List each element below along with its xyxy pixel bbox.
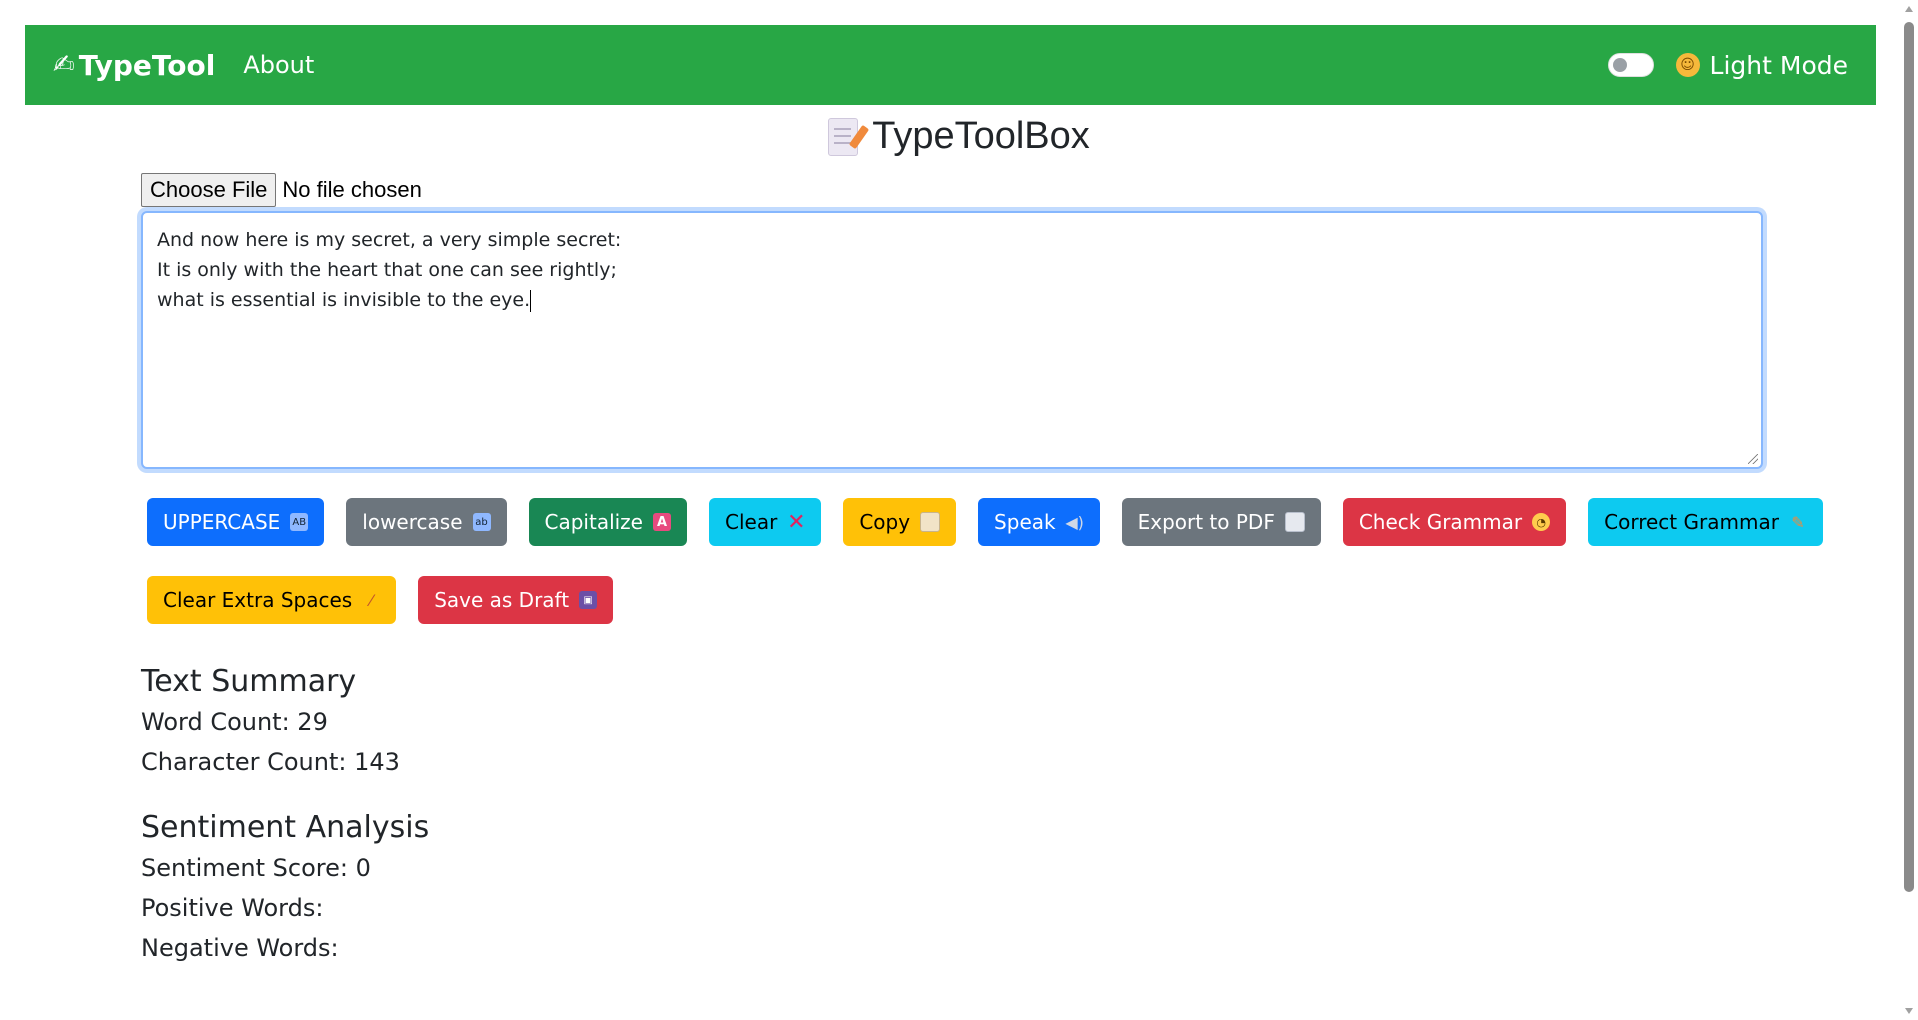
character-count: Character Count: 143 bbox=[141, 748, 400, 776]
editor-line: what is essential is invisible to the ey… bbox=[157, 285, 1747, 315]
page-title: TypeToolBox bbox=[0, 115, 1918, 158]
sentiment-score: Sentiment Score: 0 bbox=[141, 854, 371, 882]
page-title-text: TypeToolBox bbox=[872, 115, 1090, 157]
copy-button[interactable]: Copy bbox=[843, 498, 957, 546]
uppercase-button[interactable]: UPPERCASE AB bbox=[147, 498, 325, 546]
clipboard-icon bbox=[920, 512, 941, 532]
memo-icon bbox=[828, 117, 859, 156]
text-editor[interactable]: And now here is my secret, a very simple… bbox=[141, 211, 1763, 469]
save-draft-label: Save as Draft bbox=[434, 588, 570, 612]
clear-spaces-button[interactable]: Clear Extra Spaces ⁄ bbox=[147, 576, 397, 624]
text-summary-heading: Text Summary bbox=[141, 664, 357, 699]
resize-handle[interactable] bbox=[1748, 454, 1758, 464]
action-buttons-row-2: Clear Extra Spaces ⁄ Save as Draft ▣ bbox=[147, 576, 614, 624]
brand-link[interactable]: ✍ TypeTool bbox=[53, 49, 215, 82]
correct-grammar-button[interactable]: Correct Grammar ✎ bbox=[1588, 498, 1823, 546]
clear-button[interactable]: Clear ✕ bbox=[709, 498, 822, 546]
mode-label-text: Light Mode bbox=[1709, 50, 1848, 80]
nav-about-link[interactable]: About bbox=[243, 51, 314, 79]
text-summary-section: Text Summary Word Count: 29 Character Co… bbox=[141, 662, 400, 782]
save-draft-button[interactable]: Save as Draft ▣ bbox=[418, 576, 614, 624]
speaker-icon: ◀) bbox=[1065, 512, 1084, 532]
word-count: Word Count: 29 bbox=[141, 708, 328, 736]
editor-line: And now here is my secret, a very simple… bbox=[157, 229, 622, 251]
lowercase-button[interactable]: lowercase ab bbox=[346, 498, 507, 546]
correct-grammar-label: Correct Grammar bbox=[1604, 510, 1779, 534]
speak-label: Speak bbox=[994, 510, 1056, 534]
letter-a-icon: A bbox=[653, 513, 671, 531]
check-grammar-label: Check Grammar bbox=[1358, 510, 1523, 534]
lowercase-label: lowercase bbox=[362, 510, 463, 534]
file-status: No file chosen bbox=[282, 177, 422, 202]
export-pdf-label: Export to PDF bbox=[1137, 510, 1275, 534]
action-buttons-row-1: UPPERCASE AB lowercase ab Capitalize A C… bbox=[147, 498, 1823, 546]
sentiment-section: Sentiment Analysis Sentiment Score: 0 Po… bbox=[141, 808, 429, 968]
editor-line: It is only with the heart that one can s… bbox=[157, 259, 617, 281]
choose-file-button[interactable]: Choose File bbox=[141, 173, 277, 207]
abcd-lower-icon: ab bbox=[472, 513, 491, 531]
sentiment-heading: Sentiment Analysis bbox=[141, 810, 430, 845]
mode-label: ☺ Light Mode bbox=[1675, 50, 1848, 80]
floppy-disk-icon: ▣ bbox=[579, 591, 598, 609]
text-caret bbox=[530, 289, 532, 312]
speak-button[interactable]: Speak ◀) bbox=[978, 498, 1100, 546]
capitalize-label: Capitalize bbox=[544, 510, 644, 534]
broom-icon: ⁄ bbox=[369, 590, 373, 610]
monocle-face-icon: ◔ bbox=[1532, 513, 1551, 531]
scroll-up-arrow-icon[interactable] bbox=[1905, 6, 1913, 12]
page: ✍ TypeTool About ☺ Light Mode TypeToolBo… bbox=[0, 0, 1918, 1020]
brand-label: TypeTool bbox=[78, 48, 216, 82]
capitalize-button[interactable]: Capitalize A bbox=[528, 498, 687, 546]
check-grammar-button[interactable]: Check Grammar ◔ bbox=[1342, 498, 1567, 546]
export-pdf-button[interactable]: Export to PDF bbox=[1121, 498, 1321, 546]
clear-label: Clear bbox=[725, 510, 778, 534]
editor-line-text: what is essential is invisible to the ey… bbox=[157, 289, 531, 311]
smiley-icon: ☺ bbox=[1675, 53, 1700, 77]
nav-right: ☺ Light Mode bbox=[1607, 50, 1848, 80]
pencil-icon: ✎ bbox=[1791, 512, 1805, 532]
document-icon bbox=[1284, 512, 1305, 532]
page-scrollbar[interactable] bbox=[1900, 0, 1918, 1020]
theme-toggle[interactable] bbox=[1607, 53, 1654, 77]
scroll-down-arrow-icon[interactable] bbox=[1905, 1008, 1913, 1014]
writing-hand-icon: ✍ bbox=[53, 50, 75, 80]
scrollbar-thumb[interactable] bbox=[1904, 22, 1914, 892]
clear-spaces-label: Clear Extra Spaces bbox=[163, 588, 353, 612]
navbar: ✍ TypeTool About ☺ Light Mode bbox=[25, 25, 1876, 105]
abcd-icon: AB bbox=[290, 513, 309, 531]
negative-words: Negative Words: bbox=[141, 934, 339, 962]
cross-mark-icon: ✕ bbox=[787, 509, 806, 535]
copy-label: Copy bbox=[859, 510, 911, 534]
uppercase-label: UPPERCASE bbox=[163, 510, 281, 534]
toggle-knob bbox=[1612, 58, 1627, 72]
positive-words: Positive Words: bbox=[141, 894, 324, 922]
file-input: Choose File No file chosen bbox=[141, 173, 422, 207]
